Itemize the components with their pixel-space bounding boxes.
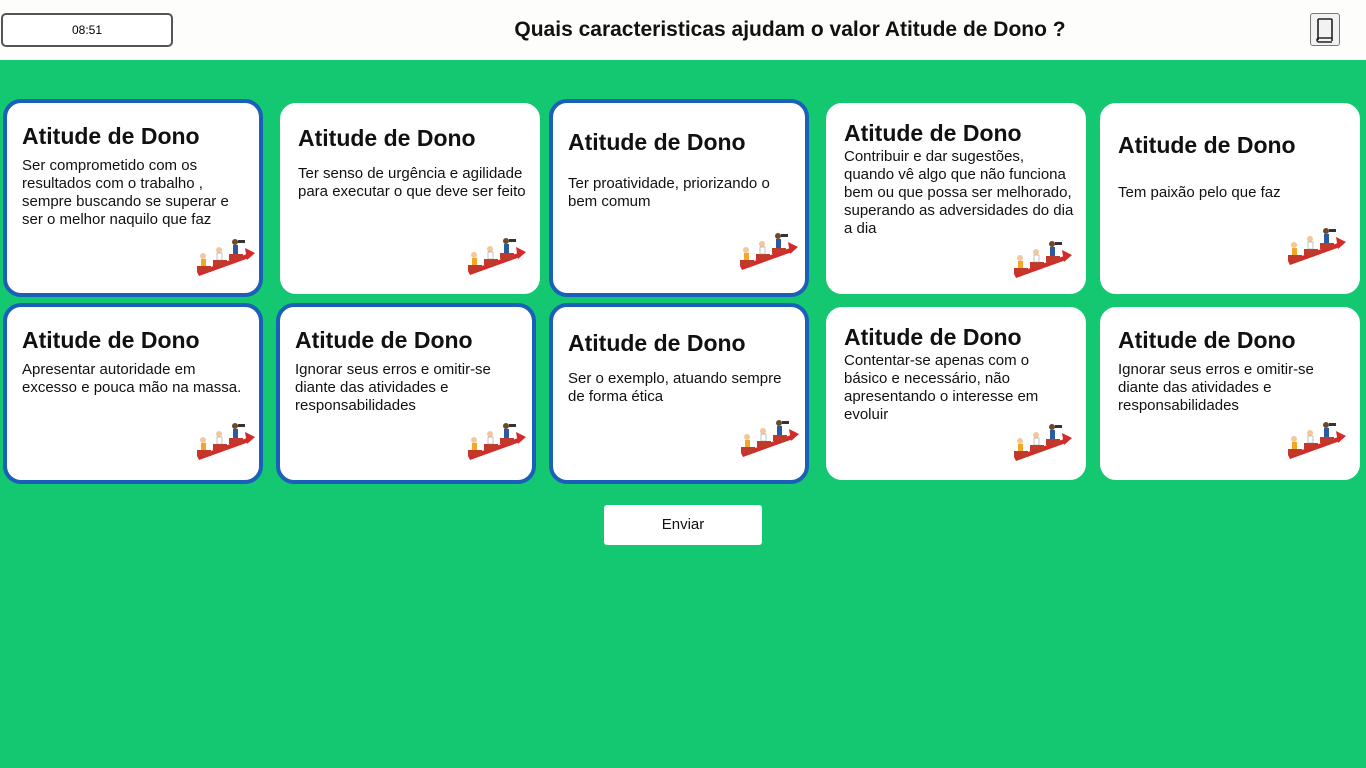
card-text: Contribuir e dar sugestões, quando vê al… [844,148,1074,237]
card-title: Atitude de Dono [295,327,473,353]
card-text: Ter proatividade, priorizando o bem comu… [568,175,770,210]
option-card[interactable]: Atitude de Dono Tem paixão pelo que faz [1100,103,1360,294]
option-card[interactable]: Atitude de Dono Contribuir e dar sugestõ… [826,103,1086,294]
card-title: Atitude de Dono [568,129,746,155]
submit-button[interactable]: Enviar [604,505,762,545]
card-text: Ignorar seus erros e omitir-se diante da… [295,361,491,414]
card-text: Ter senso de urgência e agilidade para e… [298,165,526,200]
card-text: Contentar-se apenas com o básico e neces… [844,352,1039,423]
card-title: Atitude de Dono [22,327,200,353]
team-climbing-stairs-icon [740,233,798,270]
card-text: Ser o exemplo, atuando sempre de forma é… [568,370,782,405]
option-card[interactable]: Atitude de Dono Apresentar autoridade em… [3,303,263,484]
team-climbing-stairs-icon [468,238,526,275]
team-climbing-stairs-icon [1288,422,1346,459]
options-grid: Atitude de Dono Ser comprometido com os … [0,0,1366,500]
option-card[interactable]: Atitude de Dono Ser comprometido com os … [3,99,263,297]
option-card[interactable]: Atitude de Dono Contentar-se apenas com … [826,307,1086,480]
card-text: Tem paixão pelo que faz [1118,184,1281,201]
card-title: Atitude de Dono [298,125,476,151]
team-climbing-stairs-icon [468,423,526,460]
option-card[interactable]: Atitude de Dono Ter senso de urgência e … [280,103,540,294]
card-title: Atitude de Dono [844,324,1022,350]
card-title: Atitude de Dono [844,120,1022,146]
team-climbing-stairs-icon [1288,228,1346,265]
card-title: Atitude de Dono [568,330,746,356]
option-card[interactable]: Atitude de Dono Ser o exemplo, atuando s… [549,303,809,484]
card-title: Atitude de Dono [1118,132,1296,158]
card-title: Atitude de Dono [22,123,200,149]
team-climbing-stairs-icon [197,423,255,460]
card-text: Ser comprometido com os resultados com o… [22,157,229,228]
team-climbing-stairs-icon [1014,241,1072,278]
team-climbing-stairs-icon [741,420,799,457]
option-card[interactable]: Atitude de Dono Ter proatividade, priori… [549,99,809,297]
card-text: Ignorar seus erros e omitir-se diante da… [1118,361,1314,414]
option-card[interactable]: Atitude de Dono Ignorar seus erros e omi… [1100,307,1360,480]
option-card[interactable]: Atitude de Dono Ignorar seus erros e omi… [276,303,536,484]
team-climbing-stairs-icon [1014,424,1072,461]
team-climbing-stairs-icon [197,239,255,276]
card-title: Atitude de Dono [1118,327,1296,353]
card-text: Apresentar autoridade em excesso e pouca… [22,361,242,396]
